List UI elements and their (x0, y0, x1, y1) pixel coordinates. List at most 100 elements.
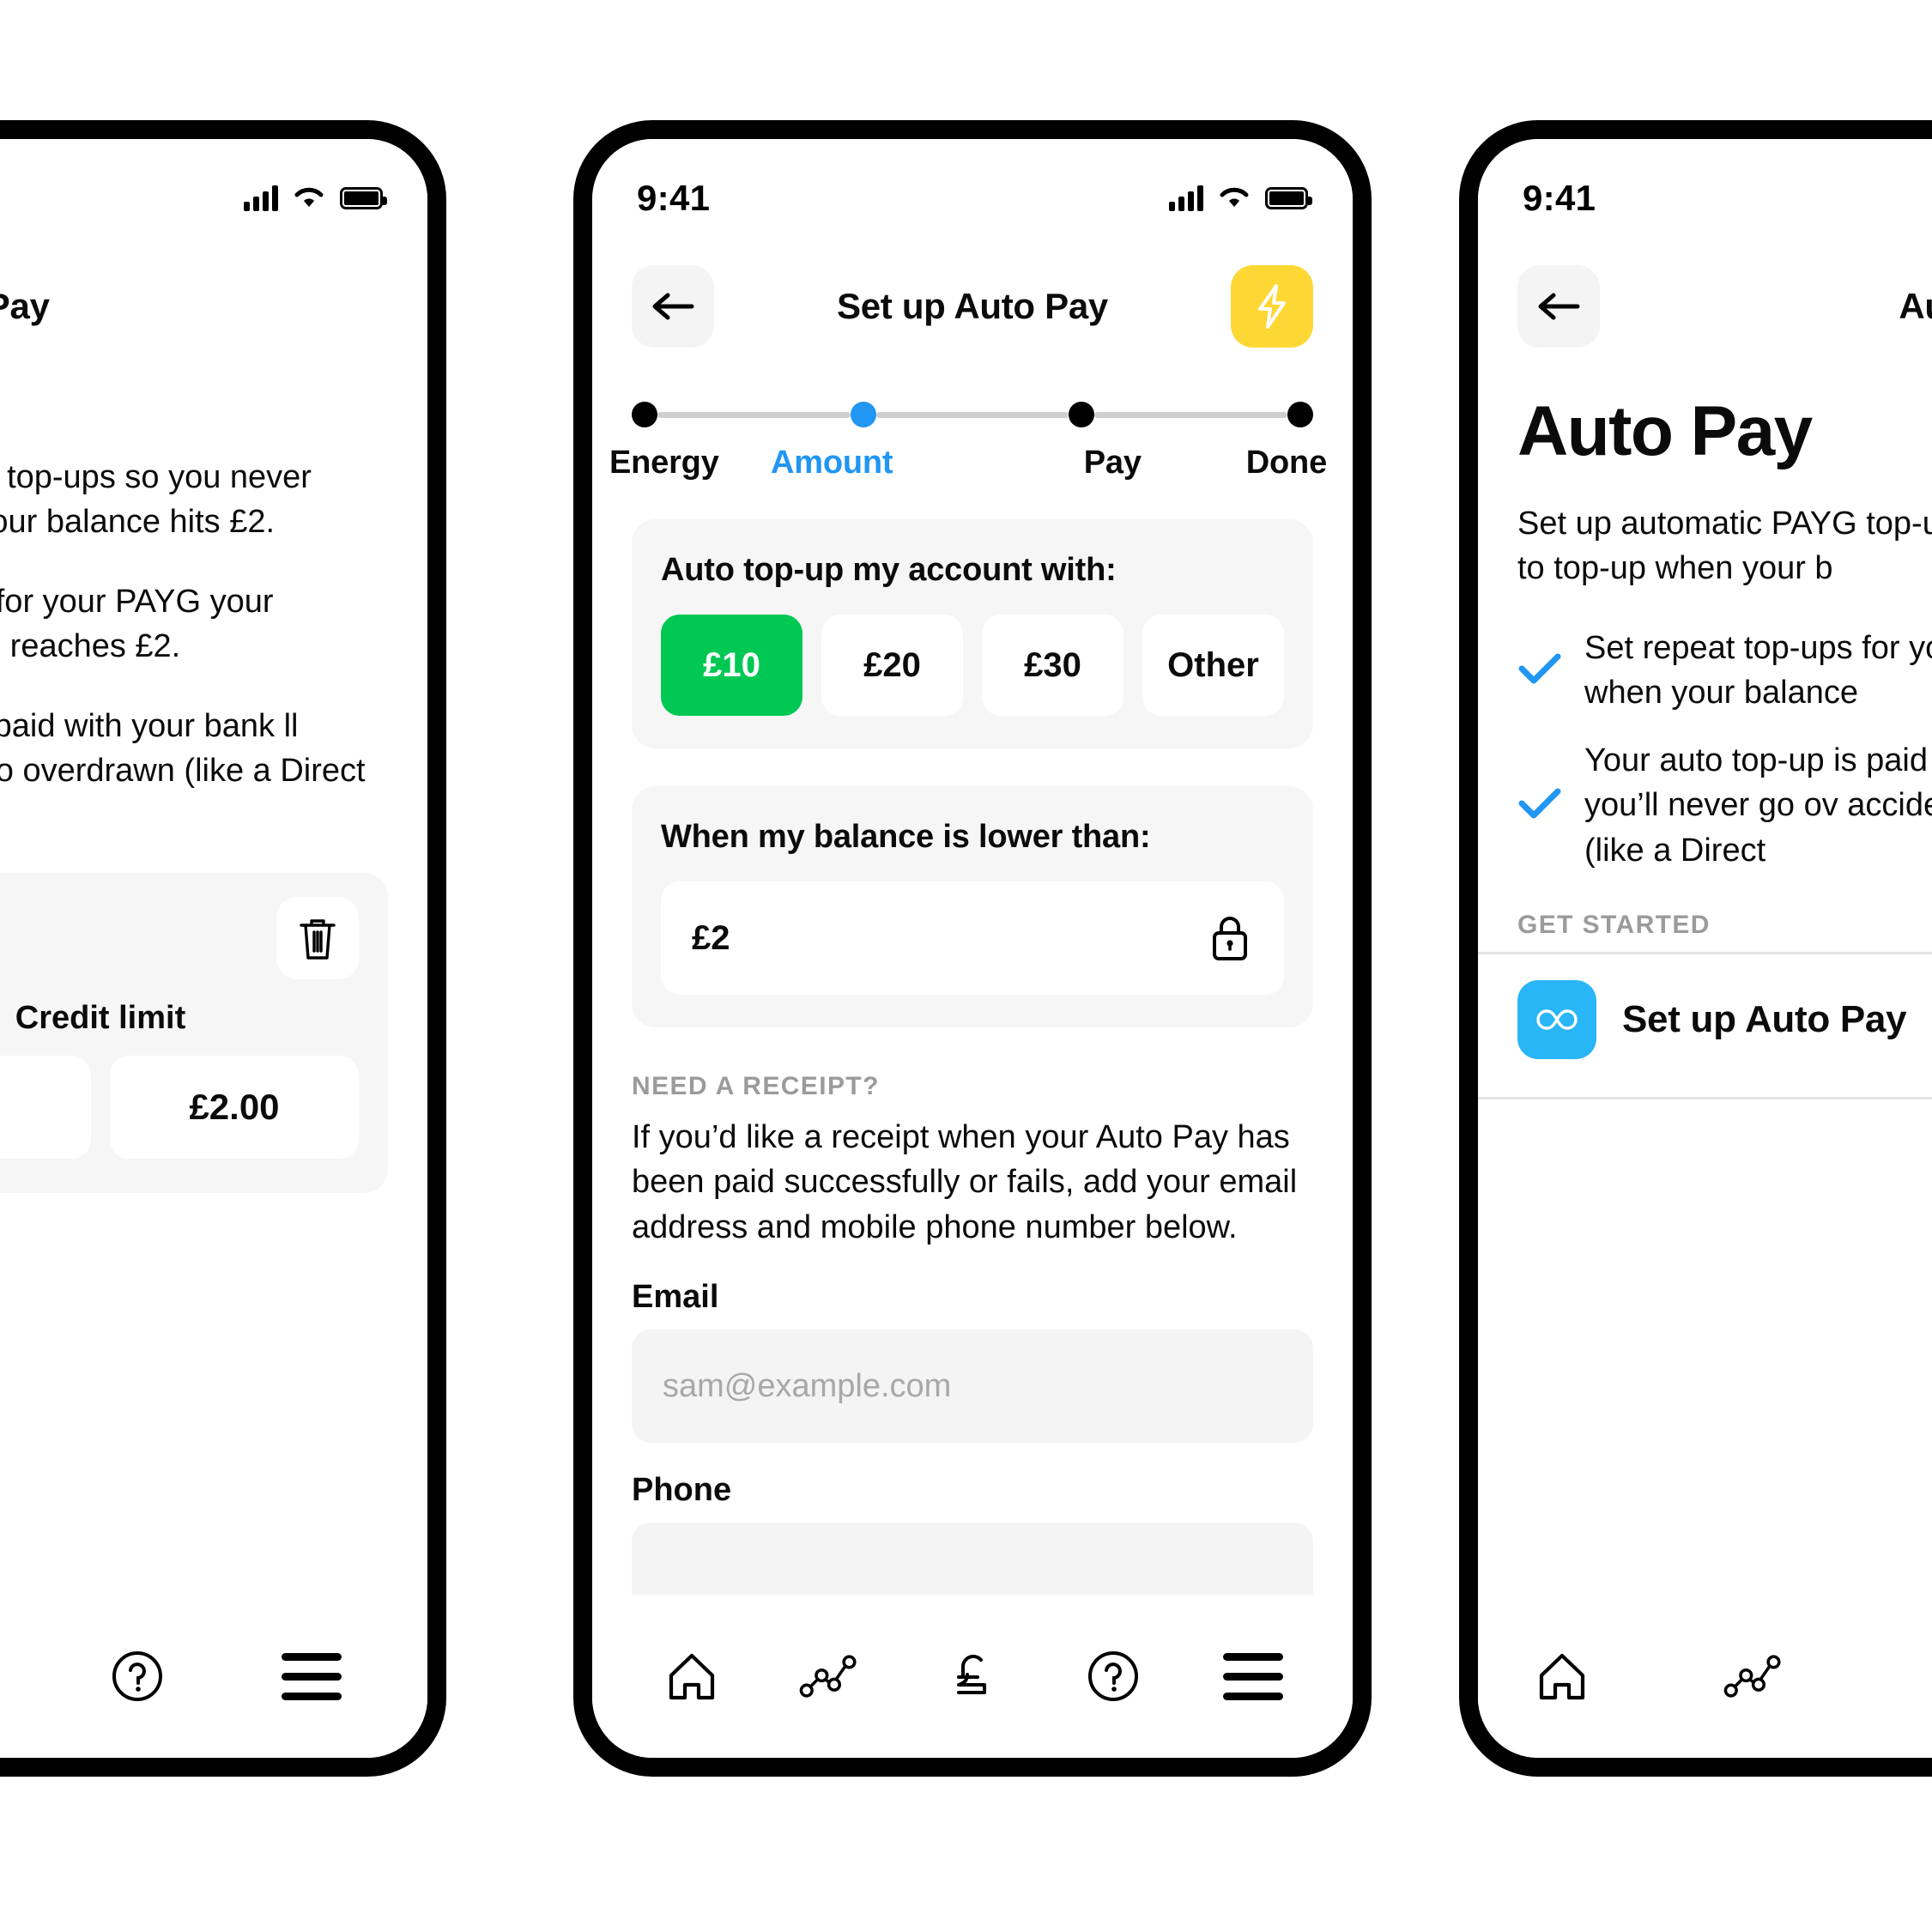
topup-amount-options: £10 £20 £30 Other (661, 615, 1284, 716)
benefit-text: Your auto top-up is paid card, so you’ll… (1584, 742, 1932, 869)
balance-threshold-card: When my balance is lower than: £2 (632, 786, 1313, 1027)
threshold-card-title: When my balance is lower than: (661, 819, 1151, 855)
signal-icon (244, 185, 278, 211)
step-connector-2 (875, 411, 1069, 418)
pound-icon (956, 1654, 986, 1694)
benefit-text: Set repeat top-ups for yo meter when you… (1584, 629, 1932, 712)
infinity-icon (1517, 980, 1596, 1060)
receipt-body: If you’d like a receipt when your Auto P… (632, 1119, 1298, 1245)
right-heading: Auto Pay (1517, 392, 1813, 470)
setup-stepper: Energy Amount Pay Done (592, 360, 1353, 481)
right-tab-bar (1478, 1595, 1932, 1758)
right-status-bar: 9:41 (1478, 139, 1932, 240)
phone-left: Auto Pay c PAYG top-ups so you never whe… (0, 120, 446, 1777)
credit-limit-values: £2.00 (0, 1056, 359, 1160)
step-label-done: Done (1245, 445, 1327, 481)
amount-option-20[interactable]: £20 (821, 615, 963, 716)
left-paragraph-3: p-up is paid with your bank ll never go … (0, 707, 366, 790)
wifi-icon (294, 186, 324, 210)
middle-status-time: 9:41 (637, 178, 711, 218)
tab-menu[interactable] (279, 1644, 344, 1709)
pound-icon (1924, 1650, 1932, 1703)
stepper-labels: Energy Amount Pay Done (609, 445, 1327, 481)
home-icon (1539, 1653, 1585, 1700)
lock-icon (1207, 913, 1253, 963)
left-tab-bar (0, 1595, 427, 1758)
lightning-bolt-icon (1258, 284, 1286, 329)
back-arrow-icon (1538, 293, 1580, 320)
tab-payments[interactable] (1917, 1644, 1932, 1709)
middle-status-bar: 9:41 (592, 139, 1353, 240)
threshold-value: £2 (692, 918, 730, 957)
topup-card-title: Auto top-up my account with: (661, 552, 1117, 588)
signal-icon (1169, 185, 1203, 211)
credit-limit-caption: Credit limit (15, 1000, 186, 1037)
get-started-label: GET STARTED (1517, 911, 1711, 940)
step-dot-energy[interactable] (632, 402, 657, 427)
tab-usage[interactable] (799, 1644, 864, 1709)
step-dot-done[interactable] (1287, 402, 1314, 427)
list-item-setup-auto-pay[interactable]: Set up Auto Pay (1478, 954, 1932, 1085)
help-icon (1087, 1651, 1138, 1701)
delete-button[interactable] (276, 897, 359, 980)
tab-home[interactable] (659, 1644, 724, 1709)
middle-screen: 9:41 Set up Auto Pay Energy Amount Pay D… (592, 139, 1353, 1758)
battery-icon (340, 187, 387, 209)
usage-chart-icon (1723, 1655, 1781, 1698)
benefit-item: Your auto top-up is paid card, so you’ll… (1517, 738, 1932, 873)
step-dot-pay[interactable] (1069, 402, 1095, 427)
back-button[interactable] (1517, 265, 1600, 348)
menu-icon (281, 1652, 342, 1700)
amount-option-30[interactable]: £30 (982, 615, 1123, 716)
list-divider-bottom (1478, 1097, 1932, 1100)
benefits-list: Set repeat top-ups for yo meter when you… (1478, 591, 1932, 873)
step-label-pay: Pay (1083, 445, 1142, 481)
amount-option-10[interactable]: £10 (661, 615, 802, 716)
right-screen: 9:41 Auto Pay Auto Pay Set up automatic … (1478, 139, 1932, 1758)
left-paragraph-1: c PAYG top-ups so you never when your ba… (0, 459, 312, 541)
home-icon (669, 1653, 714, 1700)
left-page-title: Auto Pay (0, 286, 50, 326)
back-button[interactable] (632, 265, 714, 348)
credit-limit-value-hidden (0, 1056, 91, 1160)
stepper-dots (632, 402, 1314, 427)
receipt-section: NEED A RECEIPT? If you’d like a receipt … (592, 1027, 1353, 1637)
credit-limit-value[interactable]: £2.00 (110, 1056, 359, 1160)
benefit-item: Set repeat top-ups for yo meter when you… (1517, 626, 1932, 716)
tab-usage[interactable] (1723, 1644, 1789, 1709)
email-label: Email (632, 1279, 719, 1316)
left-status-bar (0, 139, 427, 240)
check-icon (1517, 651, 1562, 690)
trash-icon (300, 919, 336, 960)
list-item-label: Set up Auto Pay (1622, 998, 1907, 1041)
receipt-eyebrow: NEED A RECEIPT? (632, 1072, 880, 1100)
right-intro: Set up automatic PAYG top-u forget to to… (1517, 506, 1932, 587)
back-arrow-icon (652, 293, 694, 320)
tab-help[interactable] (1081, 1644, 1146, 1709)
step-connector-3 (1094, 411, 1288, 418)
middle-status-icons (1169, 185, 1312, 211)
topup-amount-card: Auto top-up my account with: £10 £20 £30… (632, 519, 1313, 748)
middle-page-title: Set up Auto Pay (837, 286, 1108, 326)
right-navbar: Auto Pay (1478, 240, 1932, 360)
tab-menu[interactable] (1220, 1644, 1286, 1709)
credit-limit-card: Credit limit £2.00 (0, 873, 388, 1194)
left-screen: Auto Pay c PAYG top-ups so you never whe… (0, 139, 427, 1758)
left-navbar: Auto Pay (0, 240, 427, 360)
phone-right: 9:41 Auto Pay Auto Pay Set up automatic … (1459, 120, 1932, 1777)
wifi-icon (1219, 186, 1250, 210)
tab-home[interactable] (1529, 1644, 1595, 1709)
boost-button[interactable] (1231, 265, 1313, 348)
threshold-input[interactable]: £2 (661, 881, 1284, 995)
email-input[interactable]: sam@example.com (632, 1329, 1313, 1444)
phone-middle: 9:41 Set up Auto Pay Energy Amount Pay D… (573, 120, 1372, 1777)
step-dot-amount[interactable] (850, 402, 876, 427)
amount-option-other[interactable]: Other (1142, 615, 1284, 716)
middle-navbar: Set up Auto Pay (592, 240, 1353, 360)
tab-payments[interactable] (940, 1644, 1005, 1709)
middle-tab-bar (592, 1595, 1353, 1758)
tab-help[interactable] (105, 1644, 170, 1709)
phone-label: Phone (632, 1472, 732, 1509)
step-label-amount: Amount (771, 445, 893, 481)
screenshot-canvas: Auto Pay c PAYG top-ups so you never whe… (0, 0, 1932, 1932)
